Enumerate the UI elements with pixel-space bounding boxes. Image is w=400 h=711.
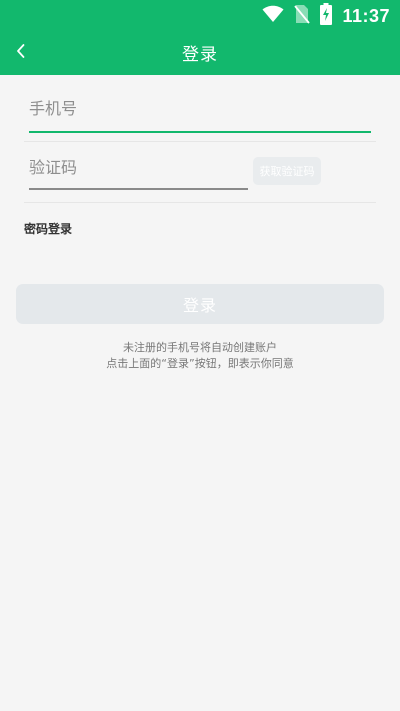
code-row: 获取验证码 — [24, 142, 376, 203]
notice-text: 未注册的手机号将自动创建账户 点击上面的“登录”按钮，即表示你同意 — [0, 340, 400, 372]
notice-line-1: 未注册的手机号将自动创建账户 — [123, 341, 277, 354]
password-login-link[interactable]: 密码登录 — [24, 220, 72, 237]
login-button[interactable]: 登录 — [16, 284, 384, 324]
no-sim-icon — [294, 4, 311, 28]
verification-code-input[interactable] — [29, 150, 248, 190]
phone-row — [24, 75, 376, 142]
status-icons: 11:37 — [262, 3, 390, 29]
battery-charging-icon — [320, 3, 333, 29]
get-code-button[interactable]: 获取验证码 — [253, 157, 321, 185]
page-title: 登录 — [182, 45, 218, 65]
status-time: 11:37 — [342, 5, 390, 26]
status-bar: 11:37 — [0, 0, 400, 32]
phone-input[interactable] — [29, 89, 371, 133]
wifi-icon — [262, 5, 284, 27]
app-bar: 登录 — [0, 32, 400, 75]
notice-line-2: 点击上面的“登录”按钮，即表示你同意 — [106, 357, 294, 370]
